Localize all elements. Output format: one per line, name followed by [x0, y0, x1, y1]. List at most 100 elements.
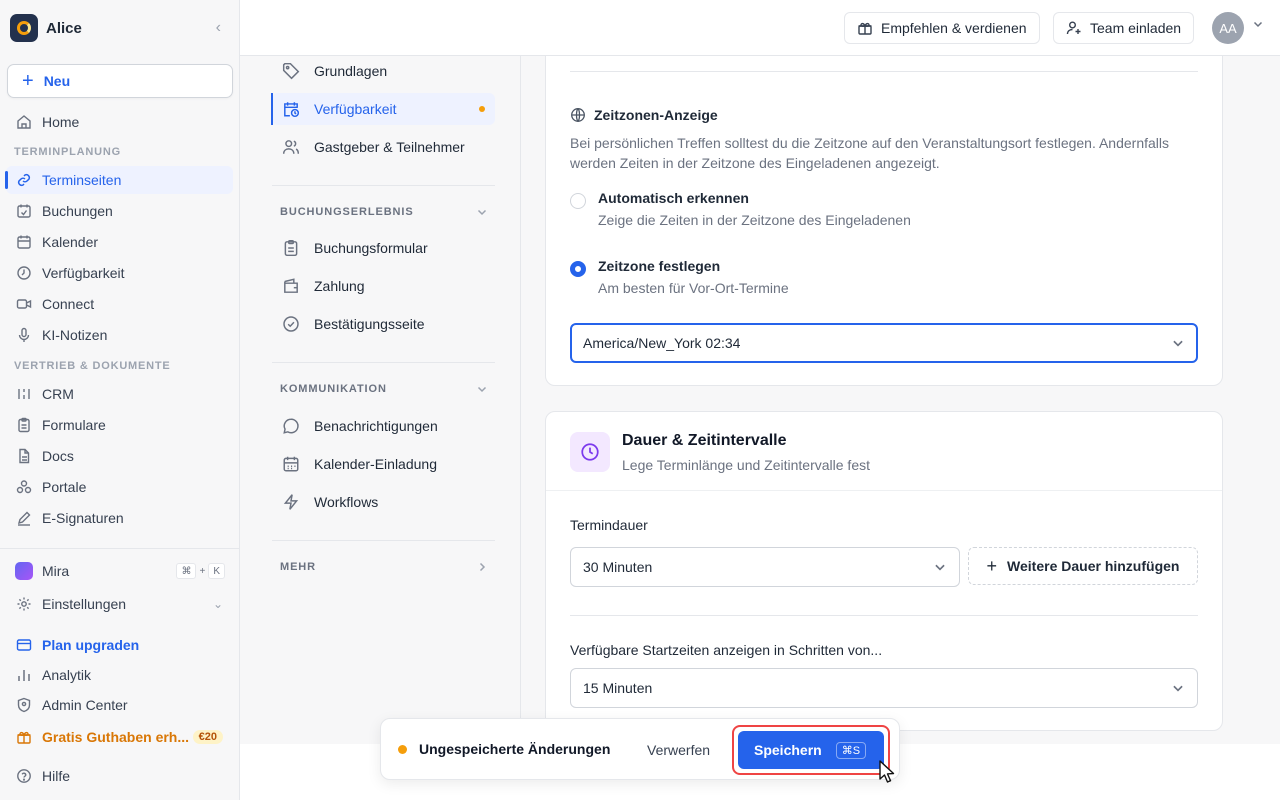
settings-item-gastgeber[interactable]: Gastgeber & Teilnehmer	[272, 131, 495, 163]
settings-nav-divider	[272, 540, 495, 541]
chevron-down-icon	[476, 383, 488, 398]
timezone-heading: Zeitzonen-Anzeige	[570, 107, 718, 123]
gift-icon	[857, 20, 873, 36]
settings-item-buchungsformular[interactable]: Buchungsformular	[272, 232, 495, 264]
discard-button[interactable]: Verwerfen	[637, 734, 720, 766]
credit-badge: €20	[192, 730, 223, 744]
sidebar-item-label: Plan upgraden	[42, 637, 140, 653]
section-label: KOMMUNIKATION	[280, 383, 387, 395]
credit-card-icon	[14, 635, 34, 655]
sidebar-item-hilfe[interactable]: Hilfe	[6, 762, 233, 790]
collapse-sidebar-icon[interactable]: ‹	[216, 19, 221, 37]
settings-item-zahlung[interactable]: Zahlung	[272, 270, 495, 302]
timezone-description: Bei persönlichen Treffen solltest du die…	[570, 135, 1170, 171]
add-duration-button[interactable]: + Weitere Dauer hinzufügen	[968, 547, 1198, 585]
save-button-label: Speichern	[754, 742, 822, 758]
interval-select[interactable]: 15 Minuten	[570, 668, 1198, 708]
settings-item-label: Gastgeber & Teilnehmer	[314, 139, 465, 155]
sidebar-item-analytik[interactable]: Analytik	[6, 661, 233, 689]
home-icon	[14, 112, 34, 132]
settings-item-bestaetigungsseite[interactable]: Bestätigungsseite	[272, 308, 495, 340]
section-mehr[interactable]: MEHR	[280, 561, 488, 576]
settings-item-label: Kalender-Einladung	[314, 456, 437, 472]
sidebar-item-home[interactable]: Home	[6, 108, 233, 136]
radio-auto-detect[interactable]: Automatisch erkennen Zeige die Zeiten in…	[570, 190, 911, 228]
workspace-header[interactable]: Alice ‹	[0, 0, 239, 56]
radio-fixed-timezone[interactable]: Zeitzone festlegen Am besten für Vor-Ort…	[570, 258, 789, 296]
unsaved-changes-bar: Ungespeicherte Änderungen Verwerfen Spei…	[380, 718, 900, 780]
settings-item-label: Bestätigungsseite	[314, 316, 425, 332]
gear-icon	[14, 594, 34, 614]
new-button[interactable]: + Neu	[7, 64, 233, 98]
settings-item-kalender-einladung[interactable]: Kalender-Einladung	[272, 448, 495, 480]
duration-select[interactable]: 30 Minuten	[570, 547, 960, 587]
sidebar-item-e-signaturen[interactable]: E-Signaturen	[6, 504, 233, 532]
section-buchungserlebnis[interactable]: BUCHUNGSERLEBNIS	[280, 206, 488, 221]
card-divider	[570, 615, 1198, 616]
section-kommunikation[interactable]: KOMMUNIKATION	[280, 383, 488, 398]
tag-icon	[282, 62, 304, 80]
kbd-k: K	[208, 563, 225, 579]
settings-item-grundlagen[interactable]: Grundlagen	[272, 55, 495, 87]
timezone-select[interactable]: America/New_York 02:34	[570, 323, 1198, 363]
pen-icon	[14, 508, 34, 528]
bolt-icon	[282, 493, 304, 511]
settings-item-label: Buchungsformular	[314, 240, 428, 256]
crm-icon	[14, 384, 34, 404]
sidebar-item-docs[interactable]: Docs	[6, 442, 233, 470]
sidebar-item-portale[interactable]: Portale	[6, 473, 233, 501]
clipboard-icon	[282, 239, 304, 257]
sidebar-item-label: Terminseiten	[42, 172, 122, 188]
duration-card-subtitle: Lege Terminlänge und Zeitintervalle fest	[622, 457, 871, 473]
top-bar: Empfehlen & verdienen Team einladen AA	[240, 0, 1280, 56]
user-plus-icon	[1066, 20, 1082, 36]
refer-earn-button[interactable]: Empfehlen & verdienen	[844, 12, 1040, 44]
radio-button[interactable]	[570, 193, 586, 209]
shield-icon	[14, 695, 34, 715]
sidebar-item-formulare[interactable]: Formulare	[6, 411, 233, 439]
calendar-check-icon	[14, 201, 34, 221]
invite-team-button[interactable]: Team einladen	[1053, 12, 1195, 44]
plus-icon: +	[986, 555, 998, 576]
sidebar-item-crm[interactable]: CRM	[6, 380, 233, 408]
card-divider	[546, 490, 1222, 491]
duration-card-title: Dauer & Zeitintervalle	[622, 432, 787, 449]
sidebar-item-label: Buchungen	[42, 203, 113, 219]
settings-item-label: Grundlagen	[314, 63, 388, 79]
link-icon	[14, 170, 34, 190]
help-icon	[14, 766, 34, 786]
sidebar-item-admin-center[interactable]: Admin Center	[6, 691, 233, 719]
sidebar-item-gratis-guthaben[interactable]: Gratis Guthaben erh... €20	[6, 723, 233, 751]
timezone-select-value: America/New_York 02:34	[583, 335, 741, 351]
settings-item-benachrichtigungen[interactable]: Benachrichtigungen	[272, 410, 495, 442]
sidebar-item-label: Hilfe	[42, 768, 71, 784]
app-logo-icon	[10, 14, 38, 42]
main-content[interactable]: Zeitzonen-Anzeige Bei persönlichen Treff…	[521, 56, 1280, 744]
sidebar-item-label: Connect	[42, 296, 95, 312]
sidebar-item-label: CRM	[42, 386, 74, 402]
sidebar-item-buchungen[interactable]: Buchungen	[6, 197, 233, 225]
sidebar: Alice ‹ + Neu Home TERMINPLANUNG Termins…	[0, 0, 240, 800]
save-button[interactable]: Speichern ⌘S	[738, 731, 884, 769]
chevron-down-icon[interactable]	[1252, 18, 1264, 33]
settings-nav-divider	[272, 185, 495, 186]
sidebar-item-ki-notizen[interactable]: KI-Notizen	[6, 321, 233, 349]
radio-button-selected[interactable]	[570, 261, 586, 277]
sidebar-item-mira[interactable]: Mira ⌘ + K	[6, 557, 233, 585]
avatar[interactable]: AA	[1212, 12, 1244, 44]
section-label: MEHR	[280, 561, 316, 573]
chevron-down-icon	[1171, 336, 1185, 350]
settings-item-workflows[interactable]: Workflows	[272, 486, 495, 518]
settings-nav-divider	[272, 362, 495, 363]
sidebar-item-einstellungen[interactable]: Einstellungen ⌄	[6, 590, 233, 618]
sidebar-item-label: KI-Notizen	[42, 327, 108, 343]
globe-icon	[570, 107, 586, 123]
sidebar-item-connect[interactable]: Connect	[6, 290, 233, 318]
sidebar-item-terminseiten[interactable]: Terminseiten	[5, 166, 233, 194]
settings-item-label: Verfügbarkeit	[314, 101, 397, 117]
sidebar-item-kalender[interactable]: Kalender	[6, 228, 233, 256]
sidebar-item-verfuegbarkeit[interactable]: Verfügbarkeit	[6, 259, 233, 287]
sidebar-item-label: Verfügbarkeit	[42, 265, 125, 281]
settings-item-verfuegbarkeit[interactable]: Verfügbarkeit	[271, 93, 495, 125]
sidebar-item-plan-upgraden[interactable]: Plan upgraden	[6, 631, 233, 659]
